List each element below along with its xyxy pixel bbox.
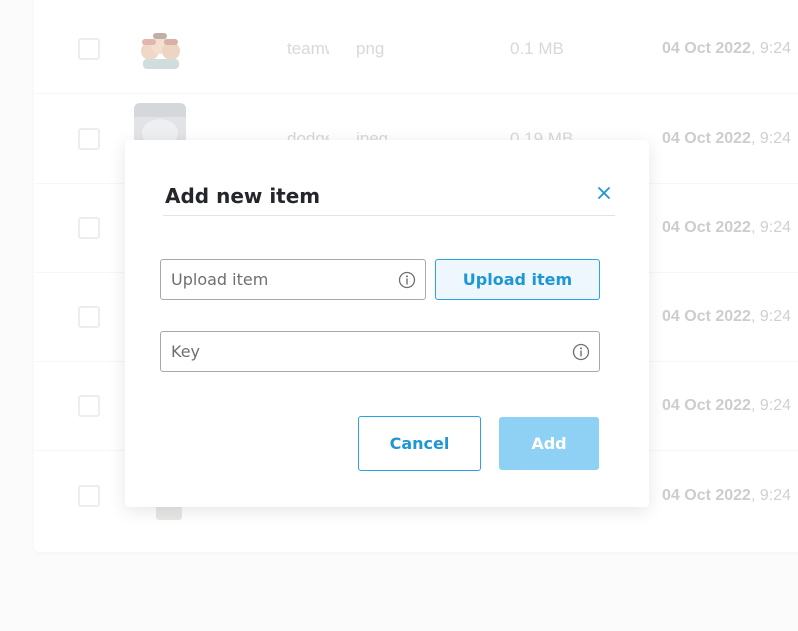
info-icon[interactable] (398, 271, 416, 289)
key-field[interactable] (160, 331, 600, 372)
dialog-header: Add new item (163, 178, 615, 216)
add-button[interactable]: Add (499, 417, 599, 470)
upload-item-field[interactable] (160, 259, 426, 300)
page: teamwork png 0.1 MB 04 Oct 2022, 9:24 do… (0, 0, 798, 631)
add-item-dialog: Add new item Upload item Upload item Key… (125, 140, 649, 507)
close-icon[interactable] (595, 184, 613, 202)
cancel-button[interactable]: Cancel (358, 416, 481, 471)
dialog-title: Add new item (165, 184, 321, 208)
info-icon[interactable] (572, 343, 590, 361)
upload-item-input[interactable] (161, 260, 425, 299)
upload-item-button[interactable]: Upload item (435, 259, 600, 300)
key-input[interactable] (161, 332, 599, 371)
